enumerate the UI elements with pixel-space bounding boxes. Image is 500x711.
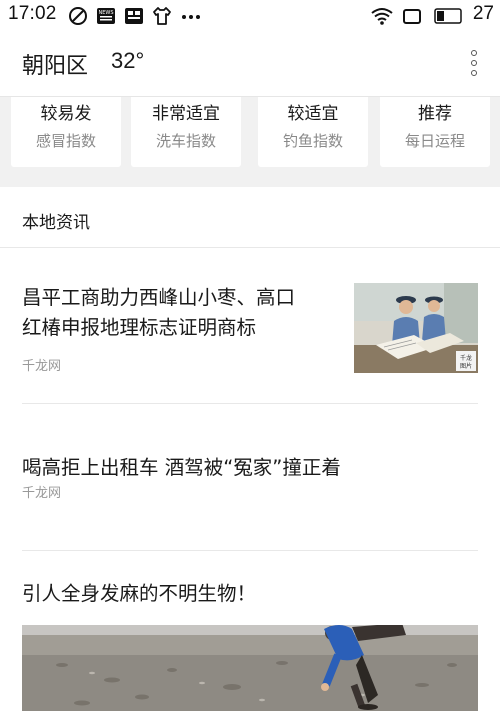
shirt-icon (153, 7, 171, 25)
local-news-header: 本地资讯 (0, 187, 500, 248)
app-header: 朝阳区 32° (0, 32, 500, 97)
index-value: 非常适宜 (152, 104, 220, 124)
news-title: 昌平工商助力西峰山小枣、高口 红椿申报地理标志证明商标 (22, 283, 342, 343)
news-title-line: 昌平工商助力西峰山小枣、高口 (22, 286, 296, 309)
news-source: 千龙网 (22, 486, 62, 501)
more-dots-icon (182, 15, 200, 19)
index-card-carwash[interactable]: 非常适宜 洗车指数 (131, 97, 241, 167)
life-index-strip: 较易发 感冒指数 非常适宜 洗车指数 较适宜 钓鱼指数 推荐 每日运程 (0, 97, 500, 187)
index-value: 较易发 (40, 104, 92, 124)
temperature: 32° (111, 48, 145, 73)
battery-icon (434, 8, 462, 24)
news-title-line: 红椿申报地理标志证明商标 (22, 316, 257, 339)
news-title: 喝高拒上出租车 酒驾被“冤家”撞正着 (22, 456, 341, 479)
index-label: 感冒指数 (35, 132, 96, 150)
news-image[interactable] (22, 625, 478, 711)
index-label: 洗车指数 (155, 132, 216, 150)
news-item-2[interactable]: 喝高拒上出租车 酒驾被“冤家”撞正着 千龙网 (22, 453, 478, 501)
index-label: 钓鱼指数 (282, 132, 343, 150)
doc-app-icon (125, 8, 143, 24)
news-item-3[interactable]: 引人全身发麻的不明生物！ (22, 579, 478, 609)
index-card-fortune[interactable]: 推荐 每日运程 (380, 97, 490, 167)
svg-text:千龙: 千龙 (460, 354, 472, 362)
battery-level: 27 (472, 3, 494, 24)
section-title: 本地资讯 (22, 213, 90, 233)
svg-text:图片: 图片 (460, 362, 472, 370)
screen-icon (403, 9, 421, 24)
index-card-cold[interactable]: 较易发 感冒指数 (11, 97, 121, 167)
index-label: 每日运程 (404, 132, 465, 150)
index-value: 较适宜 (287, 104, 339, 124)
index-card-fishing[interactable]: 较适宜 钓鱼指数 (258, 97, 368, 167)
news-app-icon: NEWS (97, 8, 115, 24)
index-value: 推荐 (418, 104, 452, 124)
news-divider (22, 403, 478, 404)
status-time: 17:02 (8, 3, 57, 24)
wifi-icon (371, 8, 393, 25)
status-bar: 17:02 NEWS 27 (0, 0, 500, 32)
news-source: 千龙网 (22, 359, 62, 374)
alarm-icon (69, 7, 87, 25)
news-thumbnail[interactable]: 千龙 图片 (354, 283, 478, 373)
location-title[interactable]: 朝阳区 (22, 48, 88, 80)
news-item-1[interactable]: 昌平工商助力西峰山小枣、高口 红椿申报地理标志证明商标 千龙网 (22, 283, 342, 374)
more-vertical-icon[interactable] (468, 50, 480, 80)
svg-text:NEWS: NEWS (98, 10, 113, 16)
news-divider (22, 550, 478, 551)
news-title: 引人全身发麻的不明生物！ (22, 582, 257, 605)
